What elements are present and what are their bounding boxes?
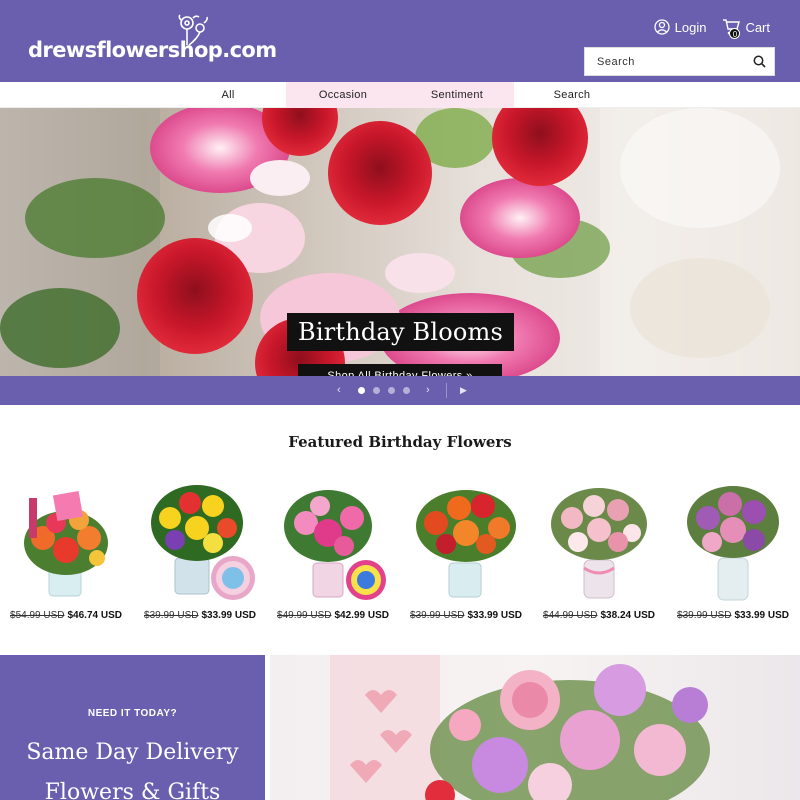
search-box [584, 47, 775, 76]
product-image-3 [284, 490, 386, 600]
product-card-5[interactable]: $44.99 USD $38.24 USD [536, 478, 662, 628]
sale-price: $33.99 USD [467, 610, 522, 621]
product-card-4[interactable]: $39.99 USD $33.99 USD [403, 478, 529, 628]
old-price: $39.99 USD [410, 610, 465, 621]
promo-bouquet-image [330, 655, 710, 800]
product-price-2: $39.99 USD $33.99 USD [137, 610, 263, 621]
sale-price: $42.99 USD [334, 610, 389, 621]
logo-text: drewsflowershop.com [28, 38, 277, 62]
account-links: Login 0 Cart [653, 18, 770, 39]
product-price-3: $49.99 USD $42.99 USD [270, 610, 396, 621]
old-price: $44.99 USD [543, 610, 598, 621]
carousel-dot-1[interactable] [358, 387, 365, 394]
cart-label: Cart [745, 19, 770, 35]
product-price-6: $39.99 USD $33.99 USD [670, 610, 796, 621]
login-label: Login [674, 19, 707, 35]
promo-headline-line-1: Same Day Delivery [26, 740, 239, 765]
promo-kicker: NEED IT TODAY? [87, 708, 178, 719]
sale-price: $38.24 USD [600, 610, 655, 621]
cart-link[interactable]: 0 Cart [722, 18, 770, 39]
old-price: $54.99 USD [10, 610, 65, 621]
carousel-play-button[interactable]: ▶ [460, 376, 467, 405]
product-image-2 [151, 485, 255, 600]
product-card-2[interactable]: $39.99 USD $33.99 USD [137, 478, 263, 628]
carousel-controls: ‹ › ▶ [0, 376, 800, 405]
carousel-prev-button[interactable]: ‹ [337, 376, 341, 405]
product-image-6 [687, 486, 779, 601]
product-image-4 [416, 490, 516, 598]
cart-count-badge: 0 [729, 28, 741, 39]
site-header: drewsflowershop.com Login 0 Cart [0, 0, 800, 82]
featured-title: Featured Birthday Flowers [288, 433, 512, 451]
old-price: $39.99 USD [144, 610, 199, 621]
old-price: $49.99 USD [277, 610, 332, 621]
old-price: $39.99 USD [677, 610, 732, 621]
carousel-dot-3[interactable] [388, 387, 395, 394]
user-icon [653, 19, 670, 35]
nav-item-sentiment[interactable]: Sentiment [400, 82, 514, 108]
product-price-4: $39.99 USD $33.99 USD [403, 610, 529, 621]
hero-title: Birthday Blooms [287, 313, 514, 351]
nav-item-occasion[interactable]: Occasion [286, 82, 400, 108]
product-price-5: $44.99 USD $38.24 USD [536, 610, 662, 621]
nav-item-search[interactable]: Search [515, 82, 629, 108]
carousel-dot-2[interactable] [373, 387, 380, 394]
search-icon [753, 55, 766, 68]
carousel-dot-4[interactable] [403, 387, 410, 394]
product-price-1: $54.99 USD $46.74 USD [3, 610, 129, 621]
main-nav: All Occasion Sentiment Search [0, 82, 800, 108]
sale-price: $33.99 USD [201, 610, 256, 621]
promo-headline-line-2: Flowers & Gifts [44, 780, 221, 800]
nav-item-all[interactable]: All [171, 82, 285, 108]
search-button[interactable] [744, 48, 774, 75]
login-link[interactable]: Login [653, 19, 707, 35]
product-image-5 [551, 488, 647, 599]
hero-banner: Birthday Blooms Shop All Birthday Flower… [0, 108, 800, 376]
sale-price: $33.99 USD [734, 610, 789, 621]
shop-birthday-button[interactable]: Shop All Birthday Flowers » [298, 364, 502, 376]
product-card-3[interactable]: $49.99 USD $42.99 USD [270, 478, 396, 628]
carousel-divider [446, 383, 447, 398]
cart-icon-wrap: 0 [722, 18, 741, 39]
promo-headline: Same Day Delivery Flowers & Gifts [0, 733, 265, 800]
promo-image[interactable] [270, 655, 800, 800]
carousel-next-button[interactable]: › [426, 376, 430, 405]
same-day-promo[interactable]: NEED IT TODAY? Same Day Delivery Flowers… [0, 655, 265, 800]
product-card-6[interactable]: $39.99 USD $33.99 USD [670, 478, 796, 628]
search-input[interactable] [585, 48, 744, 75]
site-logo[interactable]: drewsflowershop.com [28, 14, 277, 68]
product-image-1 [24, 490, 108, 597]
product-card-1[interactable]: $54.99 USD $46.74 USD [3, 478, 129, 628]
sale-price: $46.74 USD [67, 610, 122, 621]
